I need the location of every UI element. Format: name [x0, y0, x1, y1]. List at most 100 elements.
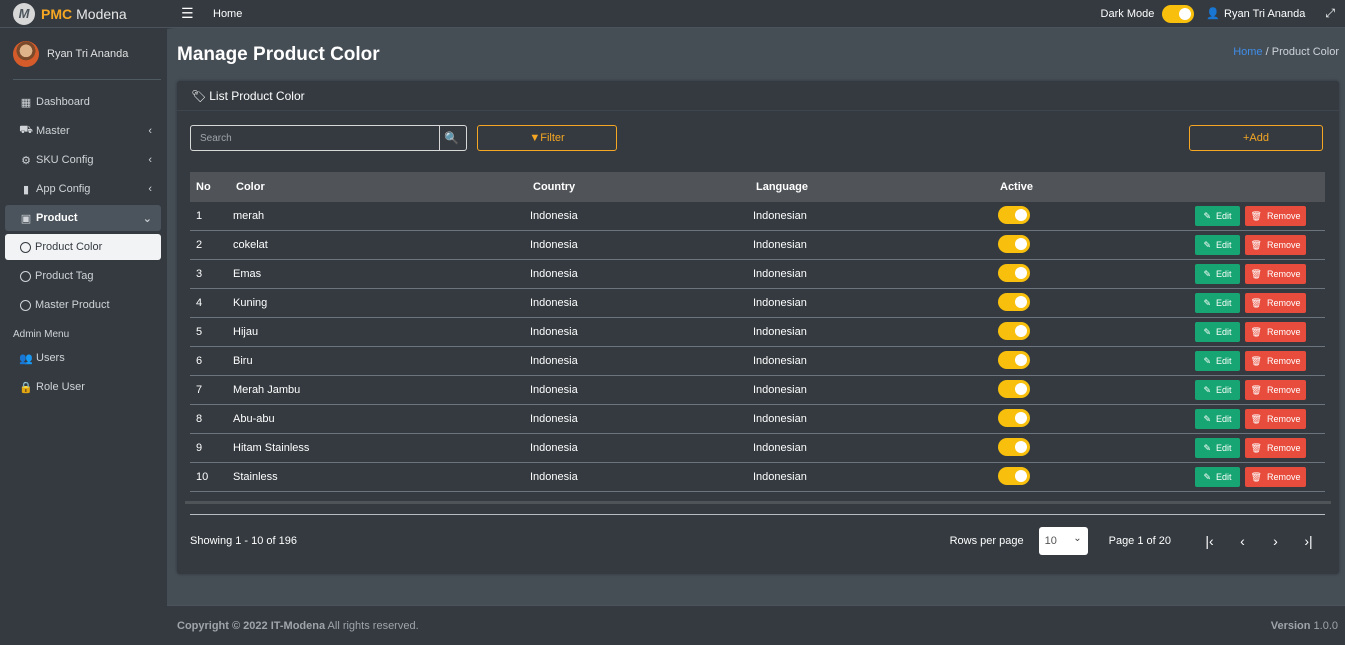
remove-button[interactable]: 🗑 Remove — [1245, 322, 1306, 342]
cell-color: Emas — [233, 268, 262, 280]
active-toggle[interactable] — [998, 351, 1030, 369]
rows-per-page-select[interactable]: 10 ⌄ — [1038, 527, 1088, 555]
sidebar-item-master-product[interactable]: Master Product — [5, 292, 161, 318]
active-toggle[interactable] — [998, 264, 1030, 282]
user-menu-name: Ryan Tri Ananda — [1224, 7, 1306, 20]
active-toggle[interactable] — [998, 467, 1030, 485]
edit-button[interactable]: ✎ Edit — [1195, 380, 1240, 400]
company-link[interactable]: IT-Modena — [271, 620, 325, 632]
version-label: Version — [1270, 619, 1311, 632]
active-toggle[interactable] — [998, 206, 1030, 224]
edit-button[interactable]: ✎ Edit — [1195, 264, 1240, 284]
page-indicator: Page 1 of 20 — [1108, 535, 1171, 547]
sidebar-item-product-tag[interactable]: Product Tag — [5, 263, 161, 289]
remove-button[interactable]: 🗑 Remove — [1245, 264, 1306, 284]
user-icon: 👤 — [1206, 8, 1221, 20]
edit-icon: ✎ — [1203, 384, 1212, 395]
cell-actions: ✎ Edit 🗑 Remove — [1103, 351, 1325, 371]
sidebar-item-app-config[interactable]: ▮ App Config ‹ — [5, 176, 161, 202]
cell-active — [983, 437, 1103, 459]
sidebar-item-product-color[interactable]: Product Color — [5, 234, 161, 260]
edit-button[interactable]: ✎ Edit — [1195, 409, 1240, 429]
filter-label: Filter — [540, 132, 565, 144]
sidebar-item-users[interactable]: 👥 Users — [5, 345, 161, 371]
header-active[interactable]: Active — [983, 181, 1103, 193]
remove-button[interactable]: 🗑 Remove — [1245, 409, 1306, 429]
remove-button[interactable]: 🗑 Remove — [1245, 438, 1306, 458]
home-link[interactable]: Home — [213, 8, 242, 20]
table-row: 8 Abu-abu Indonesia Indonesian ✎ Edit 🗑 Remove — [190, 405, 1325, 434]
active-toggle[interactable] — [998, 293, 1030, 311]
brand-logo-icon: M — [13, 2, 35, 25]
remove-label: Remove — [1266, 327, 1301, 337]
card-title: List Product Color — [209, 88, 305, 103]
breadcrumb-home[interactable]: Home — [1233, 46, 1262, 58]
edit-button[interactable]: ✎ Edit — [1195, 438, 1240, 458]
card-header: 🏷 List Product Color — [177, 81, 1339, 111]
cell-active — [983, 263, 1103, 285]
search-input[interactable] — [191, 126, 440, 150]
sidebar-item-label: Dashboard — [36, 96, 90, 108]
header-no[interactable]: No — [190, 181, 233, 193]
remove-label: Remove — [1266, 472, 1301, 482]
table-horizontal-scrollbar[interactable] — [185, 501, 1331, 504]
edit-icon: ✎ — [1203, 210, 1212, 221]
edit-button[interactable]: ✎ Edit — [1195, 293, 1240, 313]
sidebar-item-master[interactable]: ⛟ Master ‹ — [5, 118, 161, 144]
search-icon[interactable]: 🔍 — [444, 131, 459, 145]
filter-button[interactable]: ▼ Filter — [477, 125, 617, 151]
cell-actions: ✎ Edit 🗑 Remove — [1103, 264, 1325, 284]
sidebar-item-sku-config[interactable]: ⚙ SKU Config ‹ — [5, 147, 161, 173]
dark-mode-toggle[interactable] — [1162, 4, 1195, 23]
previous-page-icon[interactable]: ‹ — [1226, 533, 1259, 549]
edit-button[interactable]: ✎ Edit — [1195, 351, 1240, 371]
cell-language: Indonesian — [753, 268, 807, 280]
sidebar-item-dashboard[interactable]: ▦ Dashboard — [5, 89, 161, 115]
fullscreen-icon[interactable]: ⤢ — [1325, 6, 1335, 21]
cell-actions: ✎ Edit 🗑 Remove — [1103, 235, 1325, 255]
edit-button[interactable]: ✎ Edit — [1195, 467, 1240, 487]
active-toggle[interactable] — [998, 235, 1030, 253]
header-language[interactable]: Language — [723, 181, 983, 193]
edit-label: Edit — [1216, 385, 1232, 395]
trash-icon: 🗑 — [1250, 471, 1262, 482]
brand[interactable]: M PMC Modena — [0, 0, 167, 28]
remove-button[interactable]: 🗑 Remove — [1245, 467, 1306, 487]
remove-button[interactable]: 🗑 Remove — [1245, 206, 1306, 226]
cell-color: Hijau — [233, 326, 259, 338]
active-toggle[interactable] — [998, 322, 1030, 340]
active-toggle[interactable] — [998, 380, 1030, 398]
remove-button[interactable]: 🗑 Remove — [1245, 235, 1306, 255]
first-page-icon[interactable]: |‹ — [1193, 533, 1226, 549]
user-panel[interactable]: Ryan Tri Ananda — [13, 28, 161, 80]
edit-button[interactable]: ✎ Edit — [1195, 322, 1240, 342]
sidebar-item-label: Product — [36, 212, 78, 224]
remove-button[interactable]: 🗑 Remove — [1245, 351, 1306, 371]
cell-actions: ✎ Edit 🗑 Remove — [1103, 409, 1325, 429]
header-country[interactable]: Country — [483, 181, 723, 193]
lock-icon: 🔒 — [19, 381, 33, 394]
last-page-icon[interactable]: ›| — [1292, 533, 1325, 549]
edit-button[interactable]: ✎ Edit — [1195, 235, 1240, 255]
header-color[interactable]: Color — [233, 181, 483, 193]
active-toggle[interactable] — [998, 409, 1030, 427]
edit-label: Edit — [1216, 443, 1232, 453]
table-body: 1 merah Indonesia Indonesian ✎ Edit 🗑 Remove 2 co… — [190, 202, 1325, 492]
cell-country: Indonesia — [530, 210, 578, 222]
cell-actions: ✎ Edit 🗑 Remove — [1103, 380, 1325, 400]
cell-language: Indonesian — [753, 442, 807, 454]
edit-button[interactable]: ✎ Edit — [1195, 206, 1240, 226]
user-menu[interactable]: 👤 Ryan Tri Ananda — [1206, 7, 1306, 21]
remove-button[interactable]: 🗑 Remove — [1245, 380, 1306, 400]
cell-language: Indonesian — [753, 239, 807, 251]
sidebar-item-product[interactable]: ▣ Product ⌄ — [5, 205, 161, 231]
active-toggle[interactable] — [998, 438, 1030, 456]
brand-name: Modena — [76, 5, 127, 22]
remove-button[interactable]: 🗑 Remove — [1245, 293, 1306, 313]
hamburger-menu-icon[interactable]: ☰ — [181, 5, 195, 22]
add-button[interactable]: + Add — [1189, 125, 1323, 151]
sidebar-item-role-user[interactable]: 🔒 Role User — [5, 374, 161, 400]
edit-icon: ✎ — [1203, 355, 1212, 366]
edit-label: Edit — [1216, 472, 1232, 482]
next-page-icon[interactable]: › — [1259, 533, 1292, 549]
